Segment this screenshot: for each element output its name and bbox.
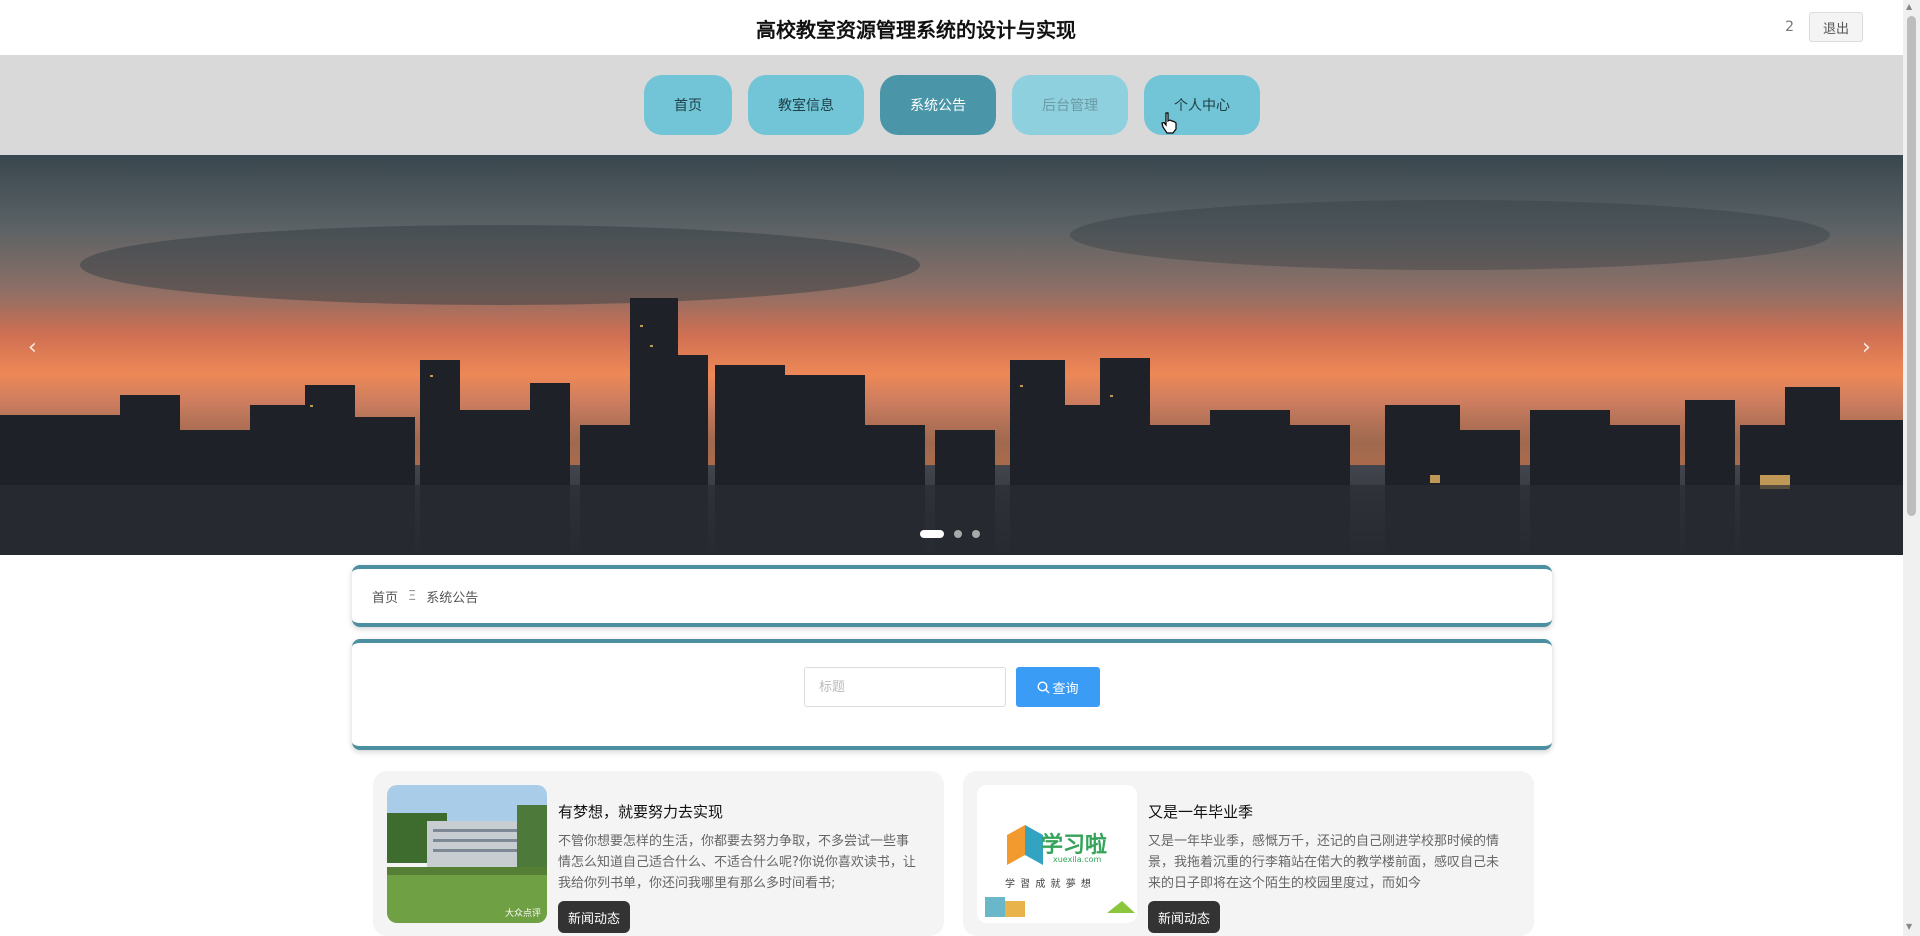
hero-carousel[interactable]: ‹ › <box>0 155 1903 555</box>
search-button[interactable]: 查询 <box>1016 667 1100 707</box>
page-scrollbar[interactable]: ▲ ▼ <box>1903 0 1920 936</box>
title-search-input[interactable] <box>804 667 1006 707</box>
news-card[interactable]: 学习啦 xuexila.com 学 習 成 就 夢 想 又是一年毕业季 又是一年… <box>963 771 1534 936</box>
news-image: 学习啦 xuexila.com 学 習 成 就 夢 想 <box>977 785 1137 923</box>
image-slogan: 学 習 成 就 夢 想 <box>1005 879 1092 890</box>
news-excerpt: 又是一年毕业季，感慨万千，还记的自己刚进学校那时候的情景，我拖着沉重的行李箱站在… <box>1148 834 1500 891</box>
logout-button[interactable]: 退出 <box>1809 12 1863 42</box>
image-logo-subtext: xuexila.com <box>1053 855 1102 864</box>
carousel-indicators <box>920 530 980 538</box>
nav-announcements[interactable]: 系统公告 <box>880 75 996 135</box>
search-panel: 查询 <box>352 639 1552 750</box>
scroll-thumb[interactable] <box>1907 16 1916 516</box>
nav-home[interactable]: 首页 <box>644 75 732 135</box>
news-category-badge[interactable]: 新闻动态 <box>1148 901 1221 933</box>
carousel-prev-icon[interactable]: ‹ <box>28 335 37 360</box>
search-icon <box>1037 680 1050 693</box>
carousel-dot[interactable] <box>920 530 944 538</box>
news-title[interactable]: 又是一年毕业季 <box>1148 801 1253 822</box>
main-nav: 首页 教室信息 系统公告 后台管理 个人中心 <box>0 55 1903 155</box>
breadcrumb-separator: Ξ <box>408 588 417 604</box>
scroll-down-icon[interactable]: ▼ <box>1906 922 1912 931</box>
site-title: 高校教室资源管理系统的设计与实现 <box>756 18 1076 42</box>
news-image: 大众点评 <box>387 785 547 923</box>
carousel-dot[interactable] <box>954 530 962 538</box>
nav-classroom-info[interactable]: 教室信息 <box>748 75 864 135</box>
breadcrumb: 首页 Ξ 系统公告 <box>352 565 1552 627</box>
breadcrumb-current: 系统公告 <box>426 590 479 606</box>
carousel-next-icon[interactable]: › <box>1862 335 1871 360</box>
news-title[interactable]: 有梦想，就要努力去实现 <box>558 801 723 822</box>
carousel-dot[interactable] <box>972 530 980 538</box>
top-bar: 高校教室资源管理系统的设计与实现 2 退出 <box>0 0 1900 56</box>
scroll-up-icon[interactable]: ▲ <box>1906 2 1912 11</box>
nav-admin[interactable]: 后台管理 <box>1012 75 1128 135</box>
image-watermark: 大众点评 <box>504 909 541 919</box>
city-skyline-image <box>0 200 1903 555</box>
news-card[interactable]: 大众点评 有梦想，就要努力去实现 不管你想要怎样的生活，你都要去努力争取，不多尝… <box>373 771 944 936</box>
news-excerpt: 不管你想要怎样的生活，你都要去努力争取，不多尝试一些事情怎么知道自己适合什么、不… <box>558 834 916 891</box>
mouse-cursor-icon <box>1161 112 1177 134</box>
breadcrumb-home[interactable]: 首页 <box>372 587 398 606</box>
search-button-label: 查询 <box>1052 681 1079 697</box>
news-category-badge[interactable]: 新闻动态 <box>558 901 631 933</box>
username: 2 <box>1785 19 1794 35</box>
